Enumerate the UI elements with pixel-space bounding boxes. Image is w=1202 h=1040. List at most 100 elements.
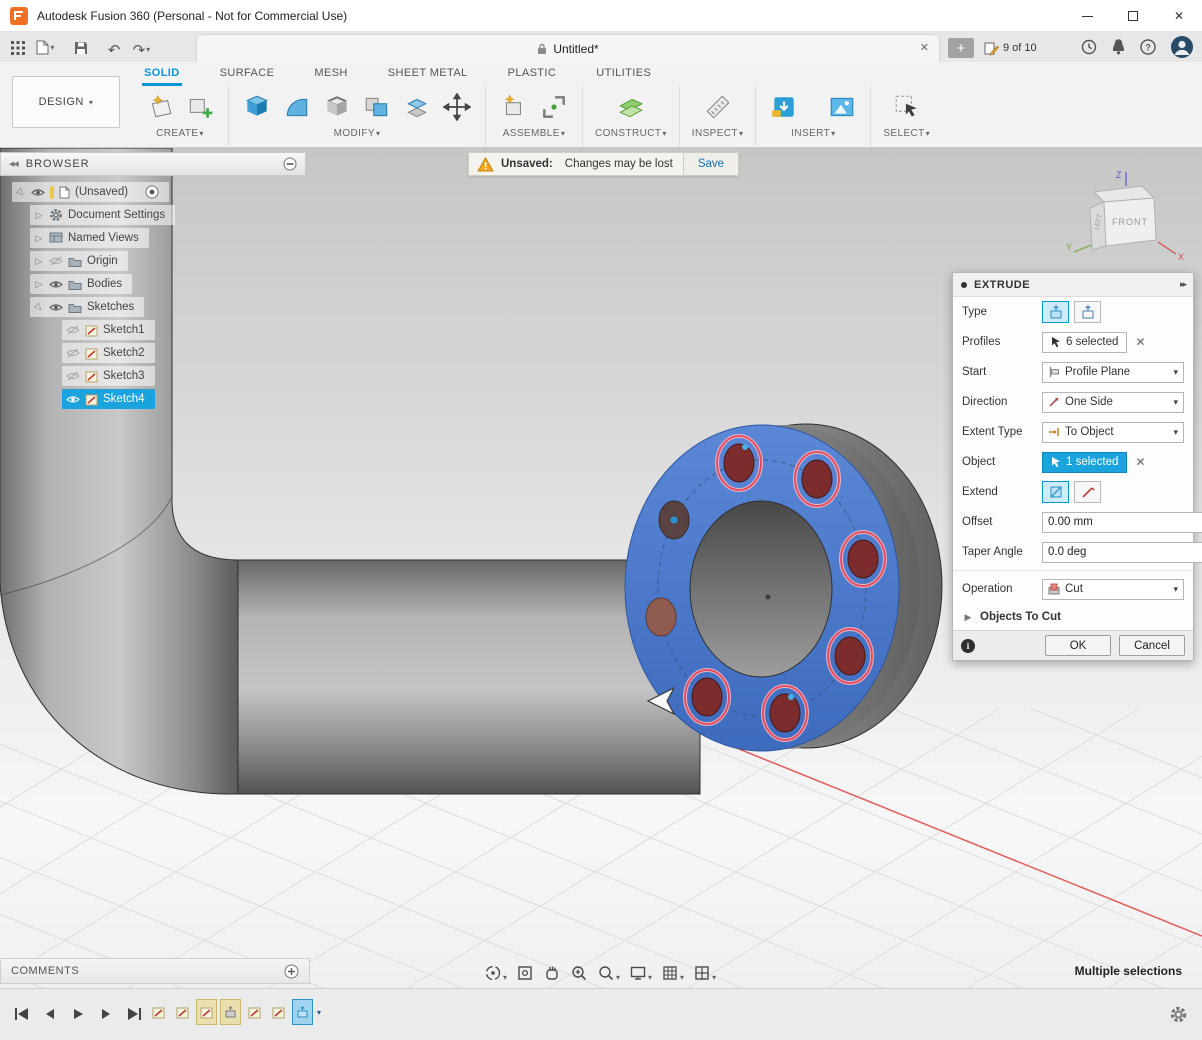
browser-minimize-icon[interactable] <box>283 157 297 171</box>
browser-header[interactable]: ◀◀ BROWSER <box>0 152 306 176</box>
timeline-feature-sketch-highlighted[interactable] <box>196 999 217 1025</box>
document-tab[interactable]: Untitled* <box>196 34 940 62</box>
expand-icon[interactable]: ▷ <box>32 300 47 315</box>
notification-bell-icon[interactable] <box>1111 39 1126 55</box>
measure-icon[interactable] <box>702 91 734 123</box>
eye-icon[interactable] <box>49 303 63 312</box>
tab-plastic[interactable]: PLASTIC <box>506 63 559 86</box>
tab-sheet-metal[interactable]: SHEET METAL <box>386 63 470 86</box>
move-copy-icon[interactable] <box>441 91 473 123</box>
eye-hidden-icon[interactable] <box>66 325 80 335</box>
maximize-button[interactable] <box>1110 0 1156 32</box>
eye-hidden-icon[interactable] <box>49 256 63 266</box>
timeline-feature-extrude-highlighted[interactable] <box>220 999 241 1025</box>
clear-profiles-icon[interactable] <box>1135 335 1145 349</box>
expand-icon[interactable]: ▷ <box>14 185 29 200</box>
comments-bar[interactable]: COMMENTS <box>0 958 310 984</box>
expand-icon[interactable]: ▷ <box>34 279 44 290</box>
browser-collapse-icon[interactable]: ◀◀ <box>9 160 18 168</box>
group-label-modify[interactable]: MODIFY <box>334 128 381 139</box>
save-button[interactable]: Save <box>683 153 738 175</box>
step-forward-button[interactable] <box>94 1003 118 1025</box>
group-label-construct[interactable]: CONSTRUCT <box>595 128 667 139</box>
zoom-options-icon[interactable] <box>595 960 622 982</box>
combine-icon[interactable] <box>361 91 393 123</box>
profiles-selection-chip[interactable]: 6 selected <box>1042 332 1127 353</box>
tree-root-unsaved[interactable]: ▷ (Unsaved) <box>12 182 169 202</box>
undo-icon[interactable]: ↶ <box>102 38 126 62</box>
shell-icon[interactable] <box>321 91 353 123</box>
extend-edges-button[interactable] <box>1074 481 1101 503</box>
extent-type-dropdown[interactable]: To Object <box>1042 422 1184 443</box>
tree-item-document-settings[interactable]: ▷ Document Settings <box>30 205 175 225</box>
viewport[interactable]: ◀◀ BROWSER ▷ (Unsaved) ▷ Documen <box>0 148 1202 988</box>
look-at-icon[interactable] <box>514 960 536 982</box>
operation-dropdown[interactable]: Cut <box>1042 579 1184 600</box>
dialog-expand-icon[interactable] <box>1180 279 1185 290</box>
go-to-end-button[interactable] <box>122 1003 146 1025</box>
comments-expand-icon[interactable] <box>284 964 299 979</box>
create-derive-icon[interactable] <box>184 91 216 123</box>
insert-canvas-icon[interactable] <box>826 91 858 123</box>
tree-item-sketches[interactable]: ▷ Sketches <box>30 297 144 317</box>
view-cube[interactable]: Z Y X FRONT LEFT <box>1064 166 1188 262</box>
timeline-feature-sketch[interactable] <box>268 999 289 1025</box>
expand-icon[interactable]: ▷ <box>34 210 44 221</box>
tab-utilities[interactable]: UTILITIES <box>594 63 653 86</box>
timeline-settings-gear-icon[interactable] <box>1169 1005 1188 1024</box>
close-tab-icon[interactable] <box>920 41 929 54</box>
app-grid-icon[interactable] <box>6 36 30 60</box>
group-label-create[interactable]: CREATE <box>156 128 204 139</box>
tree-item-sketch1[interactable]: Sketch1 <box>62 320 155 340</box>
pan-icon[interactable] <box>541 960 563 982</box>
zoom-in-icon[interactable] <box>568 960 590 982</box>
timeline-feature-sketch[interactable] <box>172 999 193 1025</box>
tree-item-sketch2[interactable]: Sketch2 <box>62 343 155 363</box>
eye-hidden-icon[interactable] <box>66 348 80 358</box>
redo-icon[interactable]: ↷ <box>129 38 153 62</box>
press-pull-icon[interactable] <box>241 91 273 123</box>
joint-icon[interactable] <box>538 91 570 123</box>
save-icon[interactable] <box>69 36 93 60</box>
select-tool-icon[interactable] <box>891 91 923 123</box>
tab-mesh[interactable]: MESH <box>312 63 349 86</box>
extrude-dialog-header[interactable]: EXTRUDE <box>953 273 1193 297</box>
timeline-feature-sketch[interactable] <box>148 999 169 1025</box>
timeline-feature-extrude-selected[interactable] <box>292 999 313 1025</box>
eye-icon[interactable] <box>66 395 80 404</box>
offset-face-icon[interactable] <box>401 91 433 123</box>
offset-input[interactable] <box>1042 512 1202 533</box>
cancel-button[interactable]: Cancel <box>1119 635 1185 656</box>
job-status[interactable]: 9 of 10 <box>984 36 1037 60</box>
eye-icon[interactable] <box>31 188 45 197</box>
eye-hidden-icon[interactable] <box>66 371 80 381</box>
new-component-icon[interactable] <box>498 91 530 123</box>
close-button[interactable] <box>1156 0 1202 32</box>
extend-faces-button[interactable] <box>1042 481 1069 503</box>
start-dropdown[interactable]: Profile Plane <box>1042 362 1184 383</box>
info-icon[interactable] <box>961 639 975 653</box>
group-label-select[interactable]: SELECT <box>883 128 930 139</box>
clear-object-icon[interactable] <box>1135 455 1145 469</box>
tab-surface[interactable]: SURFACE <box>218 63 277 86</box>
tree-item-origin[interactable]: ▷ Origin <box>30 251 128 271</box>
fillet-icon[interactable] <box>281 91 313 123</box>
clock-icon[interactable] <box>1081 39 1097 55</box>
direction-dropdown[interactable]: One Side <box>1042 392 1184 413</box>
step-back-button[interactable] <box>38 1003 62 1025</box>
construct-plane-icon[interactable] <box>615 91 647 123</box>
orbit-icon[interactable] <box>482 960 509 982</box>
timeline-feature-sketch[interactable] <box>244 999 265 1025</box>
activate-radio-icon[interactable] <box>145 185 159 199</box>
display-settings-icon[interactable] <box>627 960 654 982</box>
taper-angle-input[interactable] <box>1042 542 1202 563</box>
objects-to-cut-expander[interactable]: ▶ Objects To Cut <box>953 604 1193 630</box>
file-menu-icon[interactable] <box>33 35 57 59</box>
user-avatar[interactable] <box>1170 35 1194 59</box>
tab-solid[interactable]: SOLID <box>142 63 182 86</box>
tree-item-sketch3[interactable]: Sketch3 <box>62 366 155 386</box>
group-label-inspect[interactable]: INSPECT <box>692 128 744 139</box>
type-thin-extrude-button[interactable] <box>1074 301 1101 323</box>
new-tab-button[interactable] <box>948 38 974 58</box>
viewports-icon[interactable] <box>691 960 718 982</box>
